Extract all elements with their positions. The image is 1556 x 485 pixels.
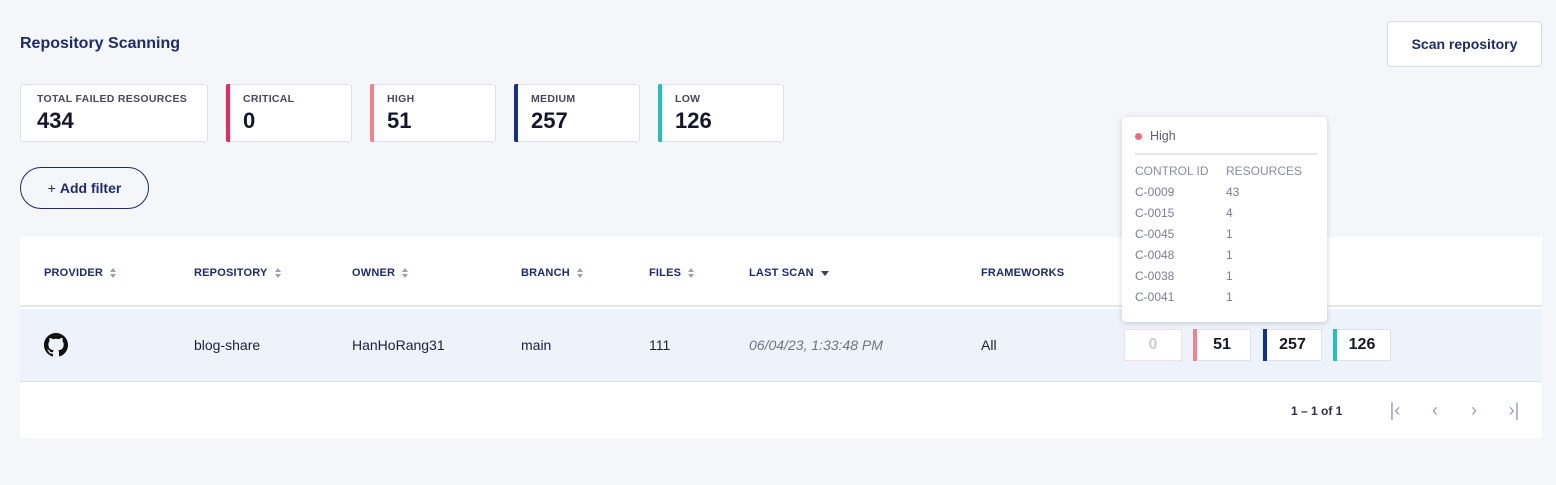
resource-count: 1 [1226,269,1233,283]
medium-count: 257 [1279,336,1306,353]
tooltip-row: C-0009 43 [1135,184,1317,205]
stat-label: TOTAL FAILED RESOURCES [37,93,188,105]
column-header-branch[interactable]: BRANCH [521,267,583,279]
control-id: C-0009 [1135,185,1175,199]
column-label: FRAMEWORKS [981,267,1065,279]
control-id: C-0045 [1135,227,1175,241]
stat-card-total: TOTAL FAILED RESOURCES 434 [20,84,208,142]
page-title: Repository Scanning [20,35,181,52]
low-count-badge[interactable]: 126 [1333,329,1391,361]
stat-card-low: LOW 126 [658,84,784,142]
column-header-files[interactable]: FILES [649,267,695,279]
chevron-right-icon[interactable]: › [1463,401,1485,421]
stat-value: 257 [531,108,568,133]
column-header-repository[interactable]: REPOSITORY [194,267,281,279]
stat-value: 51 [387,108,412,133]
sort-desc-icon[interactable] [820,270,829,276]
severity-tooltip: High CONTROL ID RESOURCES C-0009 43 C-00… [1122,117,1327,322]
stat-value: 126 [675,108,712,133]
critical-count-badge[interactable]: 0 [1124,329,1182,361]
tooltip-row: C-0038 1 [1135,268,1317,289]
first-page-icon[interactable]: |‹ [1384,401,1406,421]
sort-icon[interactable] [110,268,117,278]
tooltip-row: C-0041 1 [1135,289,1317,310]
tooltip-row: C-0048 1 [1135,247,1317,268]
resource-count: 1 [1226,248,1233,262]
tooltip-divider [1135,153,1317,155]
scan-repository-button[interactable]: Scan repository [1387,21,1542,67]
medium-color-bar [514,84,518,142]
tooltip-severity: High [1150,129,1176,143]
chevron-left-icon[interactable]: ‹ [1424,401,1446,421]
plus-icon: + [47,180,56,196]
high-color-bar [1193,329,1197,361]
medium-color-bar [1263,329,1267,361]
column-label: PROVIDER [44,267,104,279]
critical-color-bar [226,84,230,142]
files-cell: 111 [649,337,671,353]
stat-card-medium: MEDIUM 257 [514,84,640,142]
stat-card-critical: CRITICAL 0 [226,84,352,142]
resource-count: 1 [1226,227,1233,241]
low-color-bar [658,84,662,142]
tooltip-col-control: CONTROL ID [1135,164,1209,178]
column-header-provider[interactable]: PROVIDER [44,267,117,279]
high-count-badge[interactable]: 51 [1193,329,1251,361]
column-header-owner[interactable]: OWNER [352,267,409,279]
sort-icon[interactable] [274,268,281,278]
resource-count: 1 [1226,290,1233,304]
control-id: C-0048 [1135,248,1175,262]
low-color-bar [1333,329,1337,361]
sort-icon[interactable] [576,268,583,278]
stat-value: 0 [243,108,256,133]
tooltip-row: C-0015 4 [1135,205,1317,226]
stat-card-high: HIGH 51 [370,84,496,142]
branch-cell: main [521,337,552,353]
tooltip-col-resources: RESOURCES [1226,164,1303,178]
column-header-frameworks: FRAMEWORKS [981,267,1064,279]
severity-dot-icon [1135,132,1142,140]
stat-value: 434 [37,108,74,133]
last-page-icon[interactable]: ›| [1503,401,1525,421]
tooltip-header: High [1135,129,1317,143]
github-icon [44,333,68,357]
control-id: C-0038 [1135,269,1175,283]
stat-label: MEDIUM [531,93,576,105]
tooltip-row: C-0045 1 [1135,226,1317,247]
control-id: C-0041 [1135,290,1175,304]
column-label: FILES [649,267,682,279]
column-header-last-scan[interactable]: LAST SCAN [749,267,829,279]
sort-icon[interactable] [688,268,695,278]
add-filter-label: Add filter [59,180,122,196]
column-label: OWNER [352,267,396,279]
sort-icon[interactable] [402,268,409,278]
resource-count: 43 [1226,185,1240,199]
frameworks-cell: All [981,337,997,353]
stat-label: CRITICAL [243,93,295,105]
add-filter-button[interactable]: + Add filter [20,167,149,209]
last-scan-cell: 06/04/23, 1:33:48 PM [749,337,883,353]
stat-label: HIGH [387,93,415,105]
pagination-range: 1 – 1 of 1 [1291,404,1343,418]
column-label: BRANCH [521,267,570,279]
owner-cell: HanHoRang31 [352,337,445,353]
high-color-bar [370,84,374,142]
critical-count: 0 [1148,336,1158,353]
tooltip-table-header: CONTROL ID RESOURCES [1135,163,1317,184]
medium-count-badge[interactable]: 257 [1263,329,1322,361]
high-count: 51 [1213,336,1231,353]
stat-label: LOW [675,93,701,105]
column-label: LAST SCAN [749,267,814,279]
control-id: C-0015 [1135,206,1175,220]
column-label: REPOSITORY [194,267,268,279]
repository-cell[interactable]: blog-share [194,337,260,353]
low-count: 126 [1348,336,1376,353]
resource-count: 4 [1226,206,1233,220]
